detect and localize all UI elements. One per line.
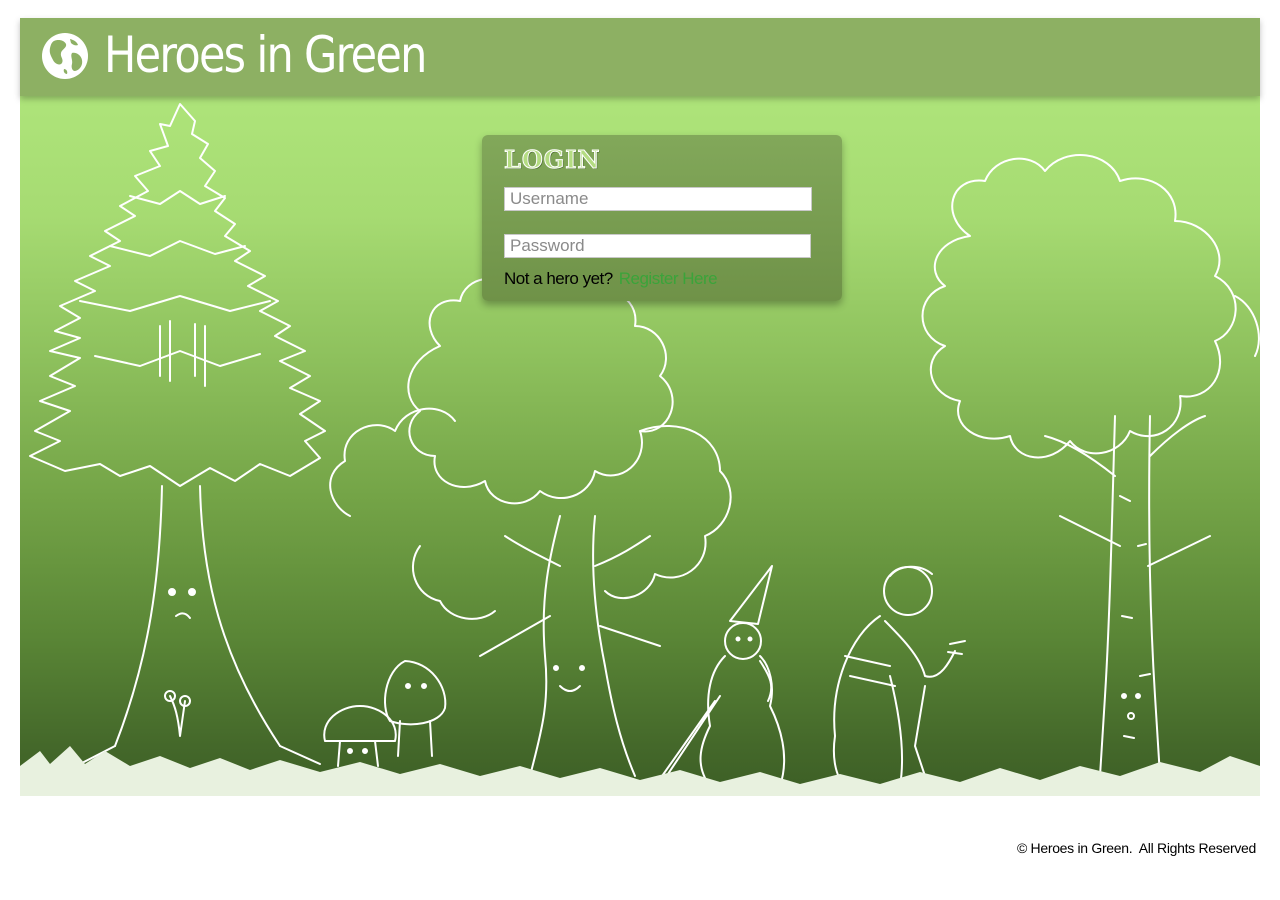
login-title: LOGIN <box>503 145 601 175</box>
birch-tree-illustration <box>921 154 1260 777</box>
site-header: Heroes in Green <box>20 18 1260 96</box>
mushrooms-illustration <box>164 660 447 767</box>
globe-icon <box>42 33 88 79</box>
old-woman-illustration <box>832 565 966 787</box>
grass-illustration <box>20 746 1260 796</box>
gnome-girl-illustration <box>654 565 786 787</box>
username-input[interactable] <box>504 187 812 211</box>
register-link[interactable]: Register Here <box>619 269 718 288</box>
register-prompt-line: Not a hero yet? Register Here <box>504 269 718 289</box>
page: Heroes in Green LOGIN Username Not a her… <box>0 0 1280 900</box>
site-title: Heroes in Green <box>104 26 427 84</box>
copyright-footer: © Heroes in Green. All Rights Reserved <box>1016 840 1256 856</box>
pine-tree-illustration <box>29 103 326 765</box>
login-panel: LOGIN Not a hero yet? Register Here <box>482 135 842 301</box>
register-prompt-text: Not a hero yet? <box>504 269 613 288</box>
smiling-tree-illustration <box>329 273 732 777</box>
password-input[interactable] <box>504 234 811 258</box>
